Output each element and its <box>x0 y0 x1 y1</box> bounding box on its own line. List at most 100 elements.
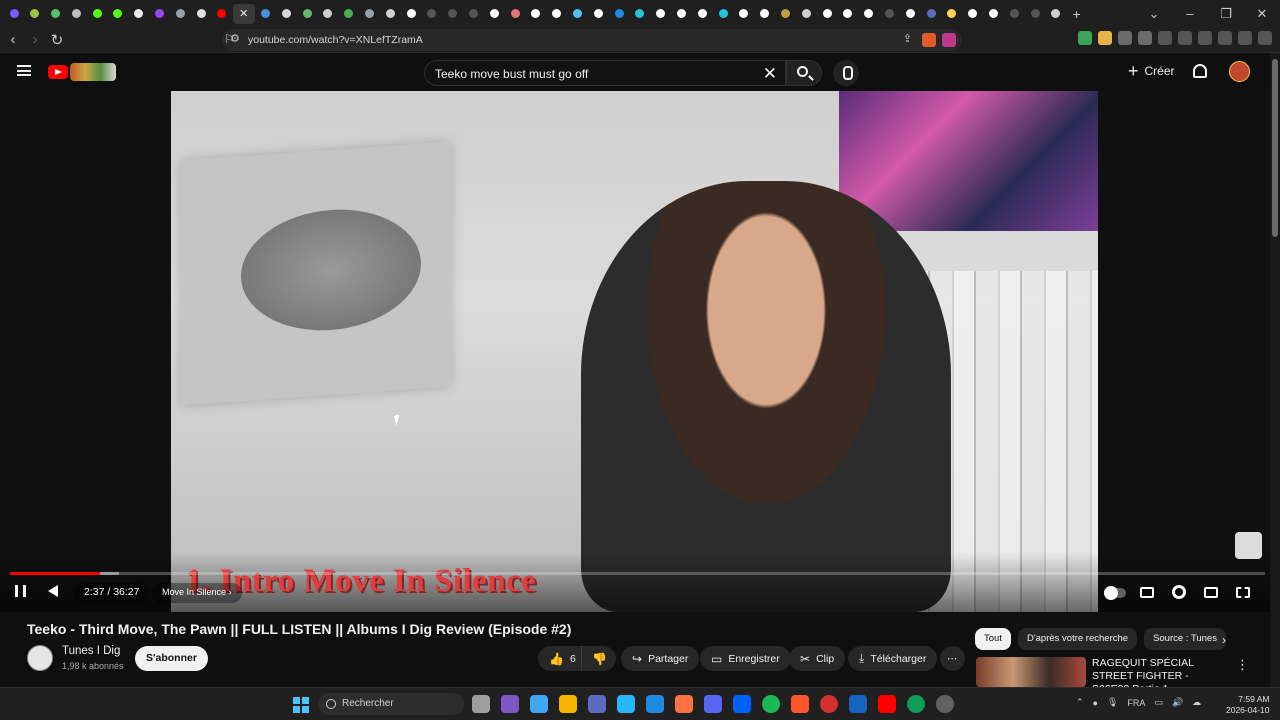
extensions-puzzle-icon[interactable] <box>1118 31 1132 45</box>
save-button[interactable]: ▭ Enregistrer <box>700 646 791 671</box>
volume-icon[interactable] <box>48 585 58 597</box>
browser-tab[interactable] <box>443 4 463 24</box>
leo-ai-icon[interactable] <box>1218 31 1232 45</box>
browser-tab[interactable] <box>4 4 24 24</box>
browser-tab[interactable] <box>25 4 45 24</box>
download-button[interactable]: ⤓ Télécharger <box>848 646 938 671</box>
minimize-button[interactable]: – <box>1172 6 1208 21</box>
wallet-icon[interactable] <box>1198 31 1212 45</box>
network-icon[interactable]: ▭ <box>1154 697 1163 708</box>
chip-all[interactable]: Tout <box>975 628 1011 650</box>
back-icon[interactable]: ‹ <box>2 31 24 48</box>
scrollbar-thumb[interactable] <box>1272 59 1278 237</box>
clip-button[interactable]: ✂ Clip <box>789 646 846 671</box>
language-indicator[interactable]: FRA <box>1127 698 1145 708</box>
close-window-button[interactable]: ✕ <box>1244 6 1280 22</box>
opera-icon[interactable] <box>820 695 838 713</box>
browser-tab[interactable] <box>921 4 941 24</box>
autoplay-toggle[interactable] <box>1104 586 1126 600</box>
youtube-logo-icon[interactable] <box>48 65 68 79</box>
browser-tab[interactable] <box>838 4 858 24</box>
browser-tab[interactable] <box>256 4 276 24</box>
browser-tab[interactable] <box>609 4 629 24</box>
forward-icon[interactable]: › <box>24 31 46 48</box>
soundcloud-icon[interactable] <box>675 695 693 713</box>
progress-bar[interactable] <box>10 572 1265 575</box>
browser-tab[interactable] <box>942 4 962 24</box>
browser-tab[interactable] <box>66 4 86 24</box>
mail-icon[interactable] <box>646 695 664 713</box>
browser-tab[interactable] <box>568 4 588 24</box>
share-icon[interactable]: ⇪ <box>903 32 912 45</box>
subtitles-icon[interactable] <box>1140 587 1154 598</box>
recommendation-more-icon[interactable]: ⋮ <box>1236 657 1249 673</box>
brave-rewards-icon[interactable] <box>942 33 956 47</box>
edge-icon[interactable] <box>907 695 925 713</box>
youtube-doodle[interactable] <box>70 63 116 81</box>
teams-icon[interactable] <box>588 695 606 713</box>
copilot-icon[interactable] <box>501 695 519 713</box>
youtube-app-icon[interactable] <box>878 695 896 713</box>
browser-tab[interactable] <box>692 4 712 24</box>
dropbox-icon[interactable] <box>733 695 751 713</box>
create-button[interactable]: + Créer <box>1128 62 1175 80</box>
browser-tab[interactable] <box>1025 4 1045 24</box>
browser-tab[interactable] <box>526 4 546 24</box>
browser-tab[interactable] <box>297 4 317 24</box>
share-button[interactable]: ↪ Partager <box>621 646 700 671</box>
brave-shields-icon[interactable] <box>922 33 936 47</box>
browser-tab[interactable] <box>983 4 1003 24</box>
browser-tab[interactable] <box>401 4 421 24</box>
browser-tab[interactable] <box>672 4 692 24</box>
hamburger-menu-icon[interactable] <box>17 65 31 76</box>
browser-menu-icon[interactable] <box>1258 31 1272 45</box>
more-actions-button[interactable]: ⋯ <box>940 646 965 671</box>
clear-search-icon[interactable]: ✕ <box>763 64 777 84</box>
chip-from-search[interactable]: D'après votre recherche <box>1017 628 1138 650</box>
skype-icon[interactable] <box>617 695 635 713</box>
sidebar-icon[interactable] <box>1178 31 1192 45</box>
browser-tab[interactable] <box>276 4 296 24</box>
browser-tab[interactable] <box>963 4 983 24</box>
maximize-button[interactable]: ❐ <box>1208 6 1244 22</box>
discord-icon[interactable] <box>704 695 722 713</box>
address-bar[interactable]: ⚙ youtube.com/watch?v=XNLefTZramA ⇪ <box>222 29 962 51</box>
speaker-icon[interactable]: 🔊 <box>1172 697 1183 708</box>
browser-tab[interactable] <box>651 4 671 24</box>
windows-start-icon[interactable] <box>293 697 309 713</box>
spotify-icon[interactable] <box>762 695 780 713</box>
browser-tab[interactable] <box>588 4 608 24</box>
chip-source[interactable]: Source : Tunes <box>1144 628 1226 650</box>
browser-tab[interactable] <box>859 4 879 24</box>
browser-tab[interactable] <box>1004 4 1024 24</box>
browser-tab[interactable] <box>150 4 170 24</box>
voice-search-button[interactable] <box>833 60 859 86</box>
tray-app-icon[interactable]: ● <box>1093 698 1098 708</box>
browser-tab[interactable] <box>775 4 795 24</box>
taskbar-clock[interactable]: 7:59 AM 2026-04-10 <box>1226 694 1269 716</box>
bookmark-icon[interactable]: ⚐ <box>224 32 235 46</box>
browser-tab[interactable] <box>484 4 504 24</box>
settings-gear-icon[interactable] <box>1172 585 1186 599</box>
theater-mode-icon[interactable] <box>1204 587 1218 598</box>
tray-mic-icon[interactable]: 🎙 <box>1107 697 1118 708</box>
browser-tab[interactable] <box>796 4 816 24</box>
browser-tab[interactable] <box>46 4 66 24</box>
video-player[interactable]: 1. Intro Move In Silence 2:37 / 36:27 Mo… <box>0 91 1270 612</box>
browser-tab[interactable] <box>755 4 775 24</box>
browser-tab[interactable] <box>191 4 211 24</box>
chapter-button[interactable]: Move In Silence › <box>152 583 242 603</box>
page-scrollbar[interactable] <box>1270 53 1280 687</box>
browser-tab[interactable] <box>817 4 837 24</box>
channel-watermark[interactable] <box>1235 532 1262 559</box>
browser-tab-active[interactable]: ✕ <box>232 3 255 24</box>
browser-tab[interactable] <box>734 4 754 24</box>
browser-tab[interactable] <box>380 4 400 24</box>
extension-icon[interactable] <box>1098 31 1112 45</box>
channel-avatar[interactable] <box>27 645 53 671</box>
browser-tab[interactable] <box>547 4 567 24</box>
brave-icon[interactable] <box>791 695 809 713</box>
browser-tab[interactable] <box>879 4 899 24</box>
new-tab-button[interactable]: + <box>1067 4 1087 24</box>
browser-tab[interactable] <box>339 4 359 24</box>
